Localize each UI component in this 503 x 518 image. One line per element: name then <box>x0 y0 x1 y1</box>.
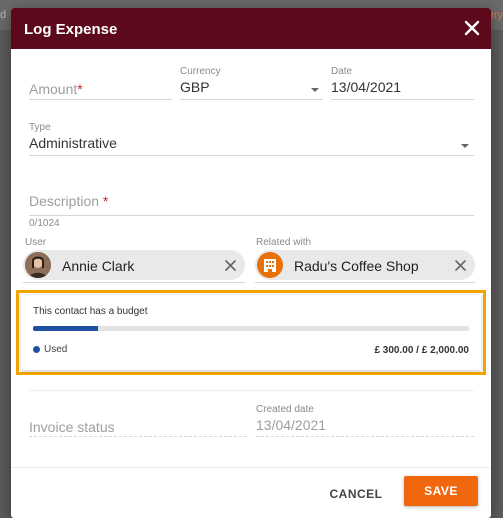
type-value: Administrative <box>29 135 117 151</box>
currency-value: GBP <box>180 79 210 95</box>
created-date-label: Created date <box>256 404 314 415</box>
created-date-value: 13/04/2021 <box>256 417 327 433</box>
description-counter: 0/1024 <box>29 218 60 229</box>
related-chip[interactable]: Radu's Coffee Shop <box>255 250 475 280</box>
amount-underline <box>29 99 172 100</box>
created-date-underline <box>256 436 474 437</box>
budget-progress-bar <box>33 326 469 331</box>
date-underline <box>331 99 474 100</box>
currency-underline <box>180 99 323 100</box>
user-avatar <box>25 252 51 278</box>
currency-label: Currency <box>180 66 221 77</box>
related-label: Related with <box>256 237 312 248</box>
footer-divider <box>11 467 491 468</box>
invoice-status-placeholder: Invoice status <box>29 419 115 435</box>
used-legend-dot <box>33 346 40 353</box>
related-name: Radu's Coffee Shop <box>294 258 419 274</box>
user-label: User <box>25 237 47 248</box>
date-label: Date <box>331 66 353 77</box>
budget-card: This contact has a budget Used £ 300.00 … <box>21 295 481 370</box>
close-icon[interactable] <box>463 19 481 37</box>
cancel-button[interactable]: CANCEL <box>324 480 388 508</box>
user-underline <box>23 282 245 283</box>
log-expense-dialog: Log Expense Amount* Currency GBP Date 13… <box>11 8 491 518</box>
clear-icon[interactable] <box>454 259 467 272</box>
background-text-left: d <box>0 9 7 21</box>
related-underline <box>255 282 475 283</box>
user-chip[interactable]: Annie Clark <box>23 250 245 280</box>
amount-placeholder: Amount* <box>29 81 83 97</box>
dialog-header: Log Expense <box>11 8 491 49</box>
dialog-title: Log Expense <box>24 21 118 38</box>
clear-icon[interactable] <box>224 259 237 272</box>
budget-title: This contact has a budget <box>33 306 148 317</box>
description-placeholder: Description * <box>29 193 109 209</box>
used-legend-label: Used <box>44 344 68 355</box>
budget-amount: £ 300.00 / £ 2,000.00 <box>374 345 469 356</box>
chevron-down-icon <box>311 88 319 92</box>
building-icon <box>257 252 283 278</box>
type-label: Type <box>29 122 51 133</box>
description-underline <box>29 215 474 216</box>
date-value: 13/04/2021 <box>331 79 402 95</box>
section-divider <box>29 390 474 391</box>
user-name: Annie Clark <box>62 258 135 274</box>
invoice-status-underline <box>29 436 247 437</box>
budget-progress-fill <box>33 326 99 331</box>
chevron-down-icon <box>461 144 469 148</box>
save-button[interactable]: SAVE <box>404 476 478 506</box>
type-underline <box>29 155 474 156</box>
